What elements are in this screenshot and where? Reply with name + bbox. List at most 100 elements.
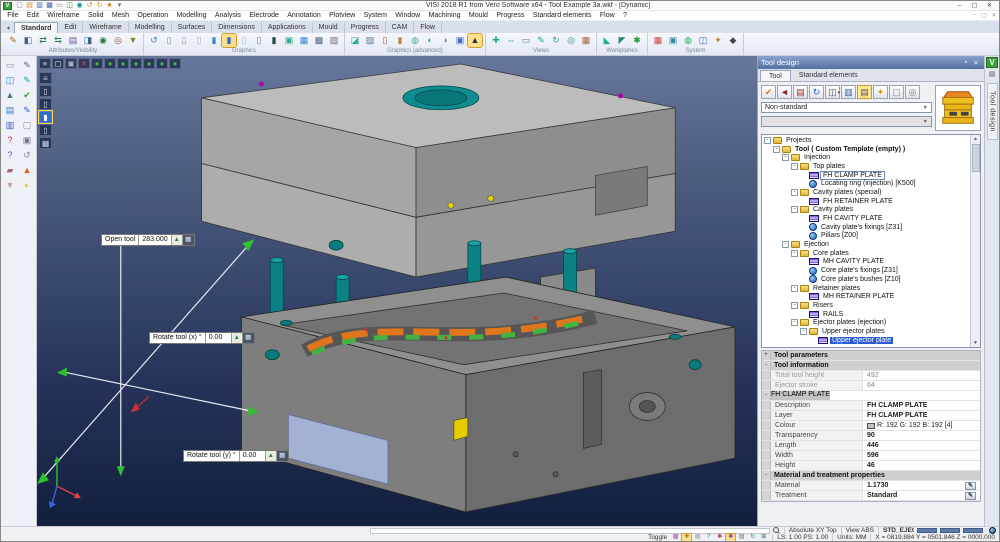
shaded-view-icon[interactable]: ▮ (222, 34, 236, 47)
wireframe-display-icon[interactable]: ▯ (39, 85, 52, 97)
tree-expander-icon[interactable]: - (791, 302, 798, 309)
hidden-line-view-icon[interactable]: ▯ (177, 34, 191, 47)
mdi-restore-button[interactable]: ▢ (979, 12, 989, 19)
rotate-tool-x-control[interactable]: Rotate tool (x) °0.00▲▦ (149, 332, 255, 344)
property-value[interactable]: 46 (863, 461, 980, 470)
zoom-all-icon[interactable]: ◎ (564, 34, 578, 47)
ghost-display-icon[interactable]: ▯ (39, 124, 52, 136)
tab-tool[interactable]: Tool (760, 70, 791, 81)
tree-item[interactable]: Cavity plate's fixings [Z31] (762, 223, 970, 232)
tool-type-dropdown[interactable]: Non-standard ▼ (761, 102, 932, 113)
shaded-display-icon[interactable]: ▮ (39, 111, 52, 123)
refresh-graphics-icon[interactable]: ↺ (147, 34, 161, 47)
tool-list-icon[interactable]: ▤ (857, 85, 872, 99)
tree-item[interactable]: Locating ring (injection) [K500] (762, 179, 970, 188)
ribbon-tab-cam[interactable]: CAM (386, 22, 415, 33)
tree-item[interactable]: Core plate's fixings [Z31] (762, 266, 970, 275)
rotate-tool-y-value[interactable]: 0.00 (240, 451, 266, 461)
tree-item[interactable]: -Cavity plates (762, 206, 970, 215)
open-tool-value[interactable]: 283.000 (139, 235, 171, 245)
display-mode-icon[interactable]: ◫▾ (825, 85, 840, 99)
tree-expander-icon[interactable]: - (773, 146, 780, 153)
tree-expander-icon[interactable]: - (791, 189, 798, 196)
tree-item[interactable]: -Projects (762, 136, 970, 145)
ambient-icon[interactable]: ◑ (438, 34, 452, 47)
viewport-3d[interactable]: ≡▢▣✕●●●●●●● ≡▯▯▮▯▦ Open tool283.000▲▦Rot… (37, 56, 757, 526)
check-icon[interactable]: ✔ (20, 89, 35, 102)
property-value[interactable]: 1.1730✎ (863, 481, 980, 490)
hide-icon[interactable]: ◎ (111, 34, 125, 47)
tree-scrollbar[interactable]: ▲ ▼ (970, 135, 980, 347)
maximize-button[interactable]: ▢ (967, 1, 982, 10)
color-palette-icon[interactable]: ▦ (651, 34, 665, 47)
open-tool-control[interactable]: Open tool283.000▲▦ (101, 234, 195, 246)
tree-item[interactable]: -Core plates (762, 249, 970, 258)
pick-icon[interactable]: ▲ (266, 451, 277, 461)
menu-flow[interactable]: Flow (596, 12, 619, 19)
property-group-row[interactable]: -FH CLAMP PLATE (762, 391, 980, 401)
keypad-icon[interactable]: ▦ (243, 333, 254, 343)
tree-item[interactable]: -Risers (762, 301, 970, 310)
expander-icon[interactable]: - (762, 361, 771, 370)
close-button[interactable]: ✕ (982, 1, 997, 10)
mdi-minimize-button[interactable]: – (969, 12, 979, 19)
property-value[interactable]: 90 (863, 431, 980, 440)
viewport-restore-icon[interactable]: ▢ (52, 58, 64, 69)
new-file-icon[interactable]: ▢ (15, 1, 24, 10)
confirm-icon[interactable]: ✔ (761, 85, 776, 99)
cursor-snap-icon[interactable]: ✚ (682, 534, 691, 541)
tab-standard-elements[interactable]: Standard elements (791, 70, 866, 81)
menu-mesh[interactable]: Mesh (108, 12, 134, 19)
command-input[interactable] (370, 528, 770, 534)
viewport-ghost-icon[interactable]: ▣ (65, 58, 77, 69)
rotate-tool-x-value[interactable]: 0.00 (206, 333, 232, 343)
display-menu-icon[interactable]: ≡ (39, 72, 52, 84)
property-value[interactable]: 64 (863, 381, 980, 390)
pan-view-icon[interactable]: ⇔ (504, 34, 518, 47)
rebuild-icon[interactable]: ↻ (809, 85, 824, 99)
capture-icon[interactable]: ▨ (327, 34, 341, 47)
menu-operation[interactable]: Operation (133, 12, 172, 19)
menu-[interactable]: ? (619, 12, 631, 19)
mdi-close-button[interactable]: ✕ (989, 12, 999, 19)
property-value[interactable]: FH CLAMP PLATE (863, 411, 980, 420)
panel-dock-icon[interactable]: ▤ (987, 70, 998, 79)
edit-icon[interactable]: ✎ (965, 482, 976, 490)
clock-icon[interactable]: ◐ (20, 179, 35, 192)
menu-standard-elements[interactable]: Standard elements (529, 12, 596, 19)
pick-element-icon[interactable]: ◄ (777, 85, 792, 99)
tree-item[interactable]: MH RETAINER PLATE (762, 292, 970, 301)
save-tool-icon[interactable]: ▥ (841, 85, 856, 99)
undo-small-icon[interactable]: ↺ (20, 149, 35, 162)
expander-icon[interactable]: - (762, 391, 771, 400)
disk-icon[interactable]: ▥ (3, 119, 18, 132)
menu-annotation[interactable]: Annotation (283, 12, 325, 19)
tree-expander-icon[interactable]: - (764, 137, 771, 144)
undo-icon[interactable]: ↺ (85, 1, 94, 10)
catalog-icon[interactable]: ▤ (793, 85, 808, 99)
info-icon[interactable]: ? (3, 134, 18, 147)
property-group-row[interactable]: +Tool parameters (762, 351, 980, 361)
tree-item[interactable]: -Cavity plates (special) (762, 188, 970, 197)
open-file-icon[interactable]: ▤ (25, 1, 34, 10)
workplane-snap-icon[interactable]: ✱ (630, 34, 644, 47)
sheet-icon[interactable]: ▢ (20, 119, 35, 132)
property-value[interactable]: 446 (863, 441, 980, 450)
tree-item[interactable]: Upper ejector plate (762, 336, 970, 345)
transparent-view-icon[interactable]: ▯ (237, 34, 251, 47)
cube-map-icon[interactable]: ▣ (453, 34, 467, 47)
property-value[interactable]: R: 192 G: 192 B: 192 [4] (863, 421, 980, 430)
dynamic-rotate-icon[interactable]: ✚ (489, 34, 503, 47)
filter-icon[interactable]: ▼ (126, 34, 140, 47)
view-mode-cell[interactable]: Absolute XY Top (784, 527, 841, 534)
keypad-icon[interactable]: ▦ (277, 451, 288, 461)
menu-modelling[interactable]: Modelling (172, 12, 210, 19)
tree-item[interactable]: -Ejector plates (ejection) (762, 318, 970, 327)
attributes-icon[interactable]: ✎ (6, 34, 20, 47)
menu-mould[interactable]: Mould (465, 12, 492, 19)
section-display-icon[interactable]: ▦ (39, 137, 52, 149)
edit-icon[interactable]: ✎ (965, 492, 976, 500)
property-group-row[interactable]: -Material and treatment properties (762, 471, 980, 481)
pick-icon[interactable]: ▲ (172, 235, 183, 245)
ribbon-tab-surfaces[interactable]: Surfaces (172, 22, 213, 33)
